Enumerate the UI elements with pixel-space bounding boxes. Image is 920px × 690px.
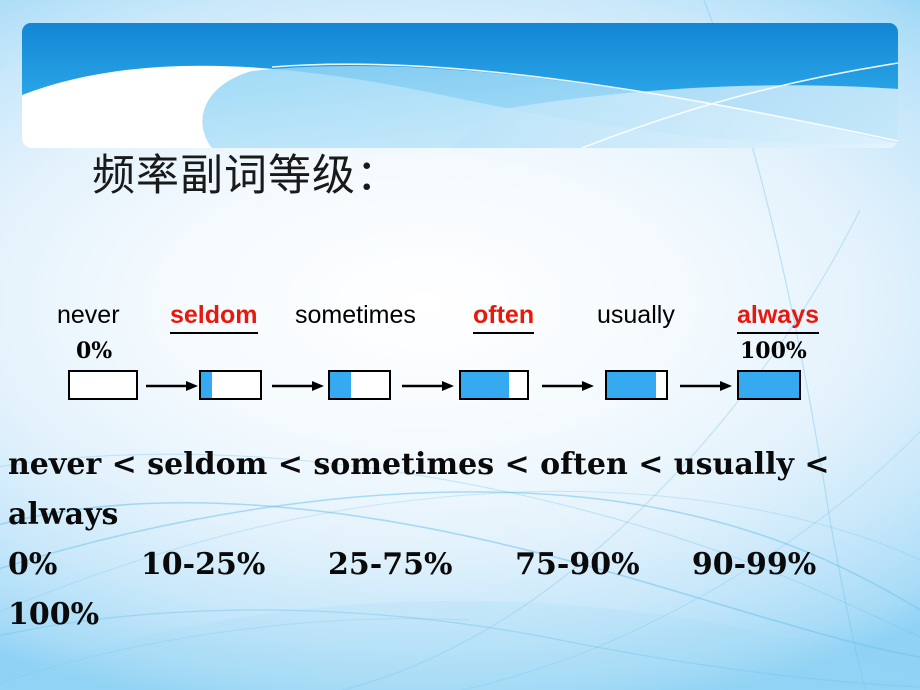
page-title: 频率副词等级： bbox=[92, 151, 400, 201]
arrow-4-icon bbox=[542, 380, 594, 392]
word-always: always bbox=[737, 300, 820, 334]
bar-often bbox=[459, 370, 529, 400]
bar-seldom bbox=[199, 370, 262, 400]
frequency-bar-strip bbox=[0, 366, 920, 406]
banner-graphic bbox=[22, 23, 898, 148]
arrow-3-icon bbox=[402, 380, 454, 392]
bar-fill-seldom bbox=[201, 372, 212, 398]
arrow-1-icon bbox=[146, 380, 198, 392]
bar-never bbox=[68, 370, 138, 400]
bar-fill-usually bbox=[607, 372, 656, 398]
summary-line-hundred: 100% bbox=[8, 597, 100, 632]
arrow-2-icon bbox=[272, 380, 324, 392]
bar-fill-often bbox=[461, 372, 509, 398]
word-never: never bbox=[57, 301, 120, 329]
word-sometimes: sometimes bbox=[295, 301, 416, 329]
summary-line-chain: never < seldom < sometimes < often < usu… bbox=[8, 447, 830, 482]
frequency-word-row: never seldom sometimes often usually alw… bbox=[0, 300, 920, 334]
header-banner bbox=[22, 23, 898, 148]
slide-canvas: 频率副词等级： never seldom sometimes often usu… bbox=[0, 0, 920, 690]
summary-line-always: always bbox=[8, 497, 119, 532]
scale-end-label: 100% bbox=[740, 338, 807, 364]
scale-start-label: 0% bbox=[76, 338, 113, 364]
word-seldom: seldom bbox=[170, 300, 258, 334]
word-often: often bbox=[473, 300, 535, 334]
arrow-5-icon bbox=[680, 380, 732, 392]
bar-sometimes bbox=[328, 370, 391, 400]
summary-text-block: never < seldom < sometimes < often < usu… bbox=[8, 440, 912, 640]
summary-line-percents: 0% 10-25% 25-75% 75-90% 90-99% bbox=[8, 547, 817, 582]
bar-usually bbox=[605, 370, 668, 400]
bar-fill-always bbox=[739, 372, 799, 398]
bar-always bbox=[737, 370, 801, 400]
word-usually: usually bbox=[597, 301, 675, 329]
bar-fill-sometimes bbox=[330, 372, 351, 398]
